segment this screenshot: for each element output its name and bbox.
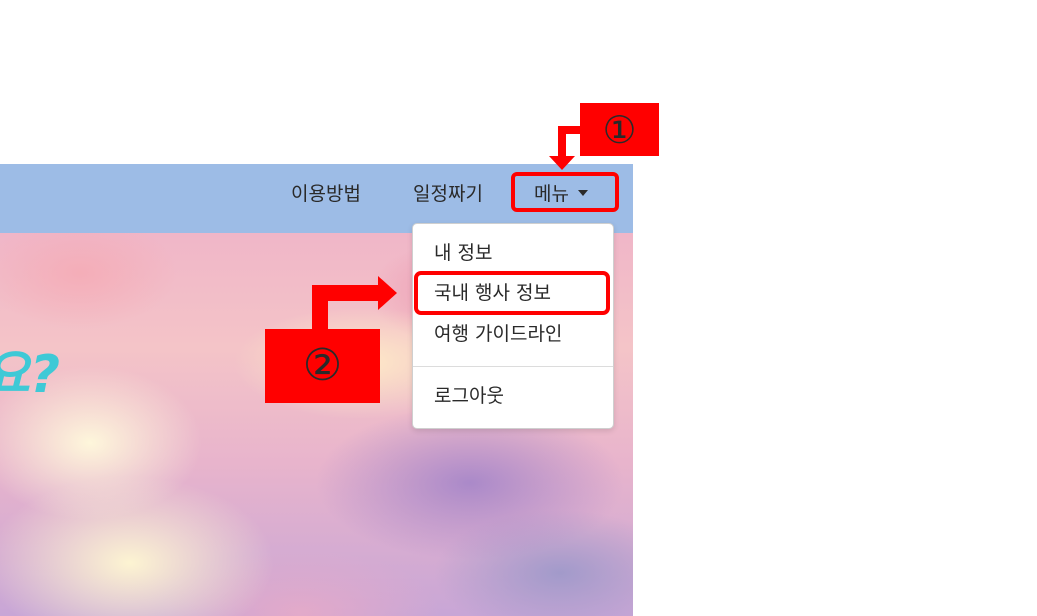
step-1-badge: ① (580, 103, 659, 156)
dropdown-divider (413, 366, 613, 367)
dropdown-item-my-info[interactable]: 내 정보 (434, 241, 492, 265)
step-2-badge: ② (265, 329, 380, 403)
dropdown-item-logout[interactable]: 로그아웃 (434, 384, 504, 408)
nav-link-usage[interactable]: 이용방법 (291, 182, 361, 206)
nav-link-plan-schedule[interactable]: 일정짜기 (413, 182, 483, 206)
highlight-box-menu (511, 172, 619, 212)
highlight-box-domestic-events (414, 271, 610, 315)
dropdown-item-travel-guidelines[interactable]: 여행 가이드라인 (434, 322, 562, 346)
hero-title: 요? (0, 345, 61, 405)
menu-dropdown: 내 정보 국내 행사 정보 여행 가이드라인 로그아웃 (412, 223, 614, 429)
